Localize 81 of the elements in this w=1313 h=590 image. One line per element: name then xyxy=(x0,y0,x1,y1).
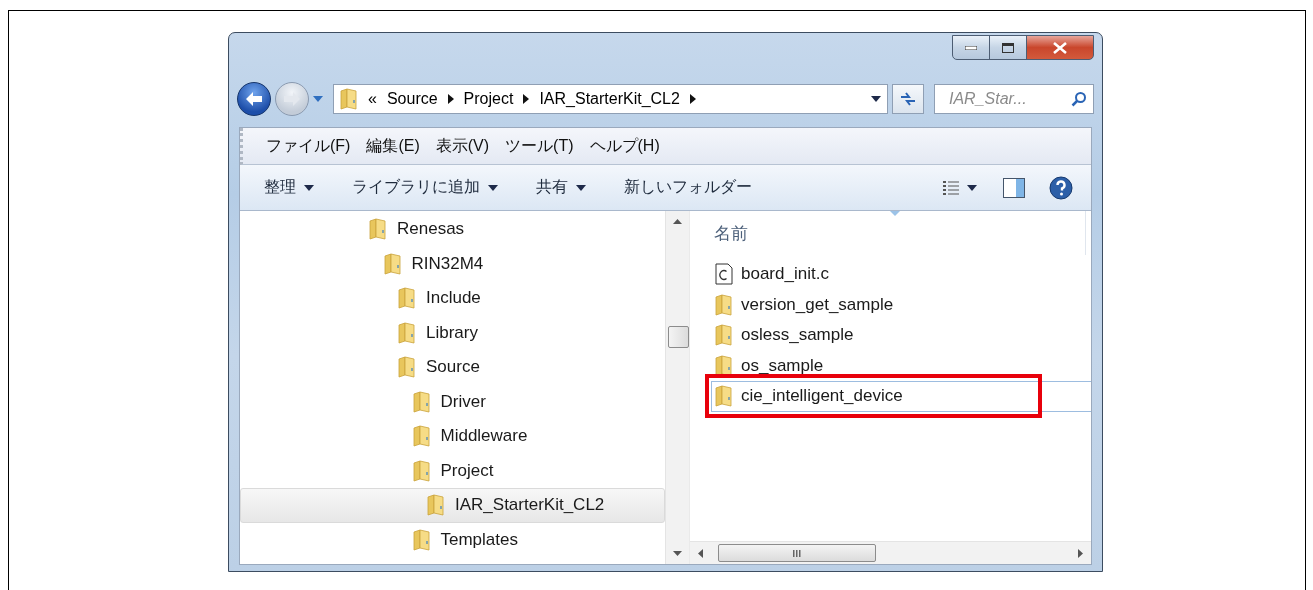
breadcrumb-arrow-icon xyxy=(447,94,454,104)
preview-pane-icon xyxy=(1003,177,1025,198)
menu-item[interactable]: 編集(E) xyxy=(359,131,427,161)
folder-icon xyxy=(715,385,733,408)
help-icon xyxy=(1049,175,1073,200)
file-icon xyxy=(715,263,733,286)
tree-item[interactable]: Library xyxy=(240,315,665,350)
list-view-icon xyxy=(943,180,959,195)
tree-item[interactable]: Source xyxy=(240,350,665,385)
sort-arrow-icon xyxy=(890,211,900,216)
file-item[interactable]: os_sample xyxy=(711,350,1091,381)
breadcrumb-arrow-icon xyxy=(523,94,530,104)
folder-icon xyxy=(398,287,416,310)
grip-icon xyxy=(793,549,801,557)
horizontal-scrollbar[interactable] xyxy=(690,541,1091,564)
folder-icon xyxy=(715,293,733,316)
refresh-button[interactable] xyxy=(892,84,924,114)
menu-item[interactable]: ツール(T) xyxy=(498,131,581,161)
right-arrow-icon xyxy=(283,91,301,107)
scroll-left-icon xyxy=(698,548,703,558)
caret-icon xyxy=(304,184,314,191)
search-field[interactable]: IAR_Star... xyxy=(934,84,1094,114)
scroll-right-icon xyxy=(1078,548,1083,558)
back-button[interactable] xyxy=(237,82,271,116)
scroll-up-icon xyxy=(673,219,682,224)
minimize-button[interactable] xyxy=(952,35,990,60)
file-item[interactable]: cie_intelligent_device xyxy=(711,381,1091,412)
scroll-thumb[interactable] xyxy=(718,544,876,562)
scroll-thumb[interactable] xyxy=(668,326,689,348)
folder-icon xyxy=(412,528,431,551)
folder-icon xyxy=(398,356,416,379)
breadcrumb[interactable]: Source xyxy=(386,90,438,108)
tree-item[interactable]: Renesas xyxy=(240,212,665,247)
folder-icon xyxy=(412,459,431,482)
folder-icon xyxy=(412,425,431,448)
toolbar-button[interactable]: ライブラリに追加 xyxy=(344,173,506,202)
toolbar-button[interactable]: 共有 xyxy=(528,173,594,202)
tree-item[interactable]: IAR_StarterKit_CL2 xyxy=(240,488,665,523)
tree-item[interactable]: Project xyxy=(240,453,665,488)
vertical-scrollbar[interactable] xyxy=(665,211,689,564)
close-icon xyxy=(1053,41,1067,54)
maximize-button[interactable] xyxy=(989,35,1027,60)
menu-item[interactable]: ファイル(F) xyxy=(259,131,358,161)
folder-icon xyxy=(383,252,402,275)
caret-icon xyxy=(967,184,977,191)
caret-icon xyxy=(871,96,881,102)
folder-icon xyxy=(369,218,387,241)
folder-icon xyxy=(398,321,416,344)
tree-item[interactable]: Driver xyxy=(240,384,665,419)
breadcrumb-arrow-icon xyxy=(689,94,696,104)
folder-icon xyxy=(427,494,445,517)
maximize-icon xyxy=(1002,42,1014,53)
file-item[interactable]: osless_sample xyxy=(711,320,1091,351)
file-item[interactable]: version_get_sample xyxy=(711,289,1091,320)
overflow-chevron[interactable]: « xyxy=(368,90,377,108)
folder-icon xyxy=(412,390,431,413)
close-button[interactable] xyxy=(1026,35,1094,60)
refresh-arrows-icon xyxy=(899,91,917,107)
caret-icon xyxy=(488,184,498,191)
tree-item[interactable]: RIN32M4 xyxy=(240,246,665,281)
address-bar[interactable]: « Source Project IAR_StarterKit_CL2 xyxy=(333,84,888,114)
toolbar-button[interactable]: 整理 xyxy=(256,173,322,202)
menu-item[interactable]: ヘルプ(H) xyxy=(582,131,667,161)
tree-item[interactable]: Include xyxy=(240,281,665,316)
search-icon xyxy=(1071,91,1087,107)
file-item[interactable]: board_init.c xyxy=(711,259,1091,290)
minimize-icon xyxy=(965,45,977,50)
folder-icon xyxy=(715,354,733,377)
menu-item[interactable]: 表示(V) xyxy=(428,131,497,161)
toolbar-button[interactable]: 新しいフォルダー xyxy=(616,173,760,202)
breadcrumb[interactable]: Project xyxy=(463,90,514,108)
tree-item[interactable]: Middleware xyxy=(240,419,665,454)
folder-icon xyxy=(340,88,358,110)
column-header[interactable]: 名前 xyxy=(690,211,1086,255)
tree-item[interactable]: Templates xyxy=(240,522,665,557)
history-caret-icon[interactable] xyxy=(313,96,323,102)
breadcrumb[interactable]: IAR_StarterKit_CL2 xyxy=(539,90,680,108)
folder-icon xyxy=(715,324,733,347)
left-arrow-icon xyxy=(245,91,263,107)
caret-icon xyxy=(576,184,586,191)
scroll-down-icon xyxy=(673,551,682,556)
